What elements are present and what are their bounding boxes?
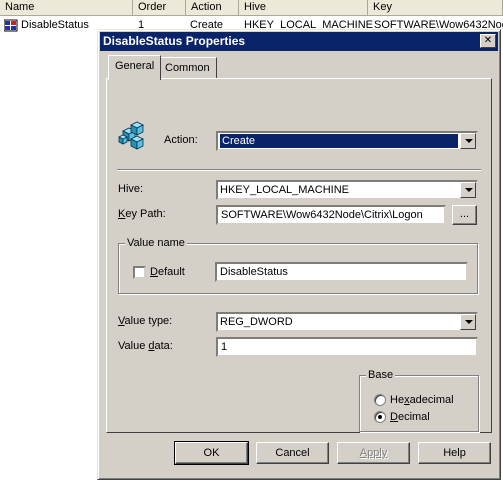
chevron-down-icon[interactable] — [460, 314, 476, 330]
ok-button[interactable]: OK — [174, 441, 249, 465]
base-groupbox: Base Hexadecimal Decimal — [359, 368, 479, 432]
decimal-radio-label[interactable]: Decimal — [390, 409, 430, 425]
column-header-order[interactable]: Order — [133, 0, 186, 16]
browse-button[interactable]: ... — [452, 205, 477, 225]
cancel-button[interactable]: Cancel — [256, 442, 329, 464]
column-header-action[interactable]: Action — [186, 0, 239, 16]
properties-dialog: DisableStatus Properties ✕ General Commo… — [97, 29, 501, 480]
base-group-title: Base — [366, 368, 396, 382]
tab-common[interactable]: Common — [158, 57, 217, 79]
value-name-group-title: Value name — [125, 236, 187, 250]
value-type-label: Value type: — [118, 315, 173, 327]
chevron-down-icon[interactable] — [460, 133, 476, 149]
help-button[interactable]: Help — [418, 442, 491, 464]
column-header-key[interactable]: Key — [368, 0, 503, 16]
browse-button-label: ... — [459, 208, 470, 220]
action-label: Action: — [164, 134, 198, 146]
key-path-field[interactable]: SOFTWARE\Wow6432Node\Citrix\Logon — [216, 205, 446, 225]
hexadecimal-radio[interactable] — [374, 394, 386, 406]
close-icon[interactable]: ✕ — [480, 34, 496, 48]
value-data-field[interactable]: 1 — [216, 337, 478, 357]
section-divider — [117, 169, 481, 171]
value-name-field[interactable]: DisableStatus — [215, 262, 468, 282]
hexadecimal-radio-label[interactable]: Hexadecimal — [390, 392, 454, 408]
chevron-down-icon[interactable] — [460, 182, 476, 198]
tab-common-label: Common — [165, 62, 210, 74]
apply-button-label: Apply — [359, 447, 388, 459]
dialog-titlebar[interactable]: DisableStatus Properties ✕ — [100, 32, 498, 51]
key-path-label: Key Path: — [118, 208, 166, 220]
hive-dropdown[interactable]: HKEY_LOCAL_MACHINE — [216, 180, 478, 200]
row-name: DisableStatus — [21, 19, 89, 31]
action-dropdown[interactable]: Create — [216, 131, 478, 151]
help-button-label: Help — [443, 447, 466, 459]
tab-general-label: General — [115, 60, 155, 72]
value-type-dropdown[interactable]: REG_DWORD — [216, 312, 478, 332]
hive-label: Hive: — [118, 183, 144, 195]
column-header-hive[interactable]: Hive — [239, 0, 368, 16]
action-value: Create — [220, 134, 458, 148]
cancel-button-label: Cancel — [275, 447, 310, 459]
value-name-groupbox: Value name Default DisableStatus — [118, 236, 478, 294]
column-header-name[interactable]: Name — [0, 0, 133, 16]
general-tab-panel: Action: Create Hive: HKEY_LOCAL_MACHINE … — [106, 78, 492, 433]
default-checkbox-label[interactable]: Default — [150, 264, 185, 280]
default-checkbox[interactable] — [133, 266, 146, 279]
dialog-title: DisableStatus Properties — [103, 34, 246, 48]
tab-general[interactable]: General — [108, 55, 162, 80]
apply-button[interactable]: Apply — [337, 442, 410, 464]
list-header: Name Order Action Hive Key — [0, 0, 503, 16]
decimal-radio[interactable] — [374, 411, 386, 423]
registry-value-icon — [4, 19, 18, 32]
value-type-value: REG_DWORD — [220, 316, 293, 328]
registry-cubes-icon — [118, 121, 144, 150]
hive-value: HKEY_LOCAL_MACHINE — [220, 184, 349, 196]
ok-button-label: OK — [203, 447, 220, 459]
value-data-label: Value data: — [118, 340, 173, 352]
